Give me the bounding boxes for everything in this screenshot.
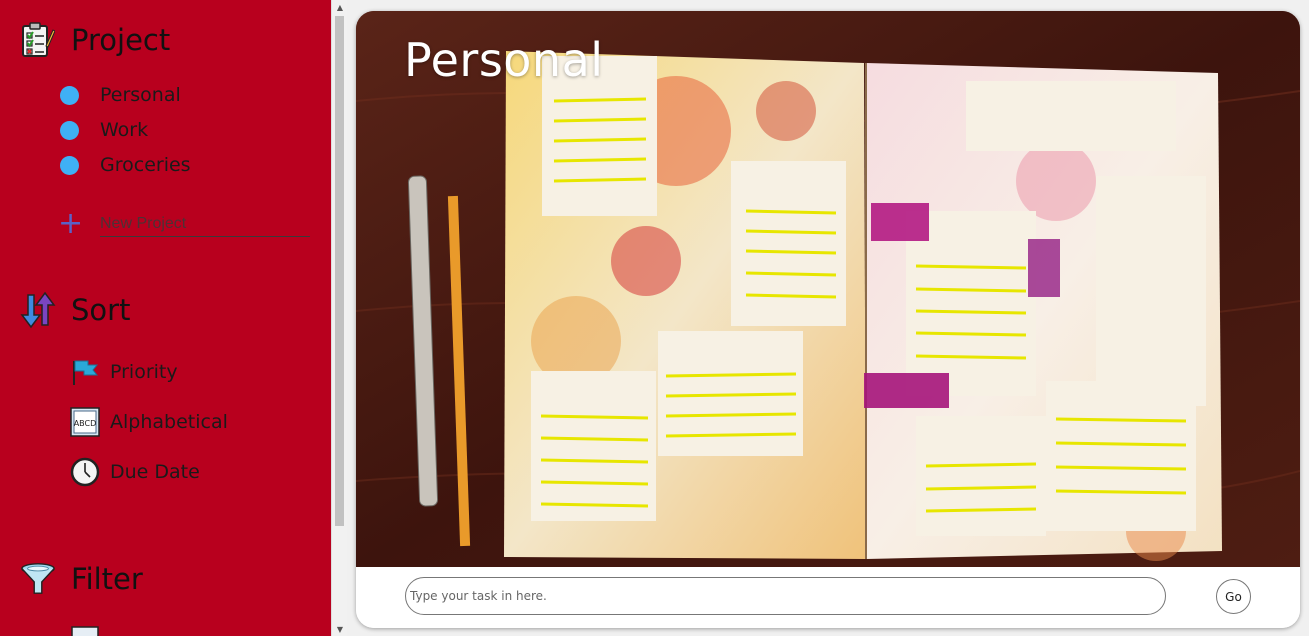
abcd-icon: ABCD	[70, 407, 100, 437]
project-item-label: Personal	[100, 84, 181, 106]
go-button[interactable]: Go	[1216, 579, 1251, 614]
new-project-input[interactable]	[100, 211, 310, 237]
scrollbar-thumb[interactable]	[335, 16, 344, 526]
filter-item-partial[interactable]	[70, 622, 100, 636]
funnel-icon	[20, 561, 56, 597]
project-dot-icon	[60, 85, 79, 105]
journal-photo	[356, 11, 1300, 567]
filter-section-title: Filter	[71, 562, 143, 596]
sidebar-scrollbar[interactable]: ▲ ▼	[331, 0, 347, 636]
sort-due-date-label: Due Date	[110, 461, 200, 483]
task-entry-bar: Go	[356, 567, 1300, 628]
task-input[interactable]	[405, 577, 1166, 615]
project-item-label: Work	[100, 119, 149, 141]
calendar-icon	[70, 623, 100, 636]
project-item-work[interactable]: Work	[60, 115, 148, 145]
new-project-row: +	[58, 209, 310, 239]
filter-header: Filter	[20, 561, 143, 597]
sort-section-title: Sort	[71, 293, 131, 327]
sort-header: Sort	[20, 291, 131, 329]
project-banner-image: Personal	[356, 11, 1300, 567]
project-dot-icon	[60, 155, 79, 175]
sort-priority[interactable]: Priority	[70, 356, 178, 388]
scroll-down-arrow-icon[interactable]: ▼	[332, 622, 348, 636]
project-dot-icon	[60, 120, 79, 140]
project-section-title: Project	[71, 23, 171, 57]
plus-icon[interactable]: +	[58, 209, 83, 239]
checklist-clipboard-icon	[20, 22, 56, 58]
project-title: Personal	[404, 33, 604, 87]
abcd-icon-text: ABCD	[74, 419, 97, 428]
sort-due-date[interactable]: Due Date	[70, 456, 200, 488]
sort-arrows-icon	[20, 291, 56, 329]
project-card: Personal Go	[356, 11, 1300, 628]
clock-icon	[70, 457, 100, 487]
scroll-up-arrow-icon[interactable]: ▲	[332, 0, 348, 14]
sort-alphabetical-label: Alphabetical	[110, 411, 228, 433]
sidebar: Project Personal Work Groceries + Sort	[0, 0, 331, 636]
flag-icon	[70, 357, 100, 387]
project-item-label: Groceries	[100, 154, 191, 176]
sort-priority-label: Priority	[110, 361, 178, 383]
sort-alphabetical[interactable]: ABCD Alphabetical	[70, 406, 228, 438]
project-header: Project	[20, 22, 170, 58]
project-item-groceries[interactable]: Groceries	[60, 150, 191, 180]
project-item-personal[interactable]: Personal	[60, 80, 181, 110]
